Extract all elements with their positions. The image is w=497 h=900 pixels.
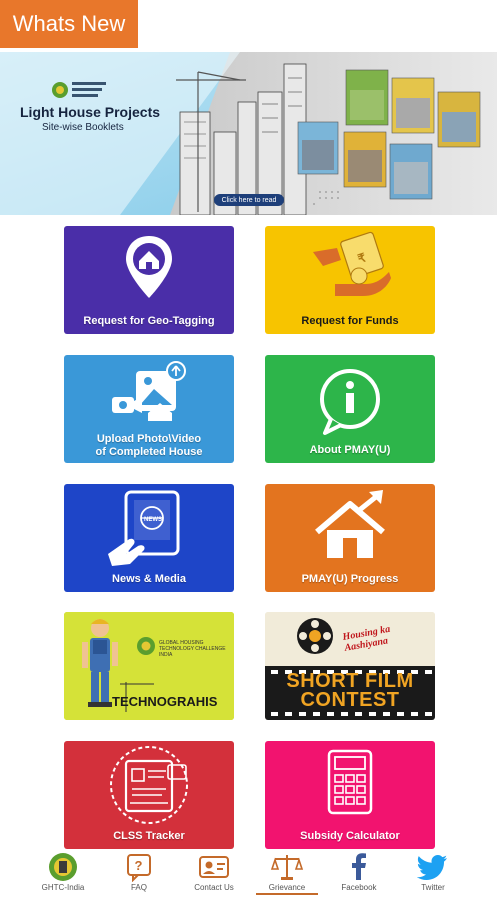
banner-subtitle: Site-wise Booklets [42, 122, 124, 133]
tile-clss-tracker[interactable]: CLSS Tracker [64, 741, 234, 849]
bottom-nav: GHTC-India ? FAQ Contact Us Grievance Fa… [0, 850, 497, 900]
scales-icon [270, 855, 304, 880]
light-house-banner[interactable]: Light House Projects Site-wise Booklets … [0, 52, 497, 215]
facebook-icon [352, 853, 366, 880]
banner-read-button[interactable]: Click here to read [214, 194, 284, 206]
tile-subsidy-calculator[interactable]: Subsidy Calculator [265, 741, 435, 849]
nav-label: GHTC-India [41, 883, 85, 892]
nav-contact-us[interactable]: Contact Us [183, 852, 245, 898]
nav-label: Grievance [256, 883, 318, 895]
tile-label: Subsidy Calculator [300, 830, 400, 842]
nav-faq[interactable]: ? FAQ [108, 852, 170, 898]
tile-technograhis[interactable]: GLOBAL HOUSING TECHNOLOGY CHALLENGE INDI… [64, 612, 234, 720]
whats-new-button[interactable]: Whats New [0, 0, 138, 48]
tile-label: Request for Funds [301, 315, 399, 327]
nav-label: FAQ [130, 883, 147, 892]
tile-label: PMAY(U) Progress [301, 573, 399, 585]
ghtc-logo-icon [49, 853, 77, 881]
technograhis-caption: GLOBAL HOUSING TECHNOLOGY CHALLENGE INDI… [159, 640, 226, 658]
twitter-icon [417, 855, 447, 880]
tile-request-funds[interactable]: ₹ Request for Funds [265, 226, 435, 334]
tile-label: SHORT FILM CONTEST [286, 670, 414, 711]
tile-label: CLSS Tracker [113, 830, 185, 842]
tile-upload-media[interactable]: Upload Photo\Video of Completed House [64, 355, 234, 463]
tile-short-film-contest[interactable]: Housing ka Aashiyana SHORT FILM CONTEST [265, 612, 435, 720]
nav-twitter[interactable]: Twitter [402, 852, 464, 898]
nav-label: Facebook [341, 883, 377, 892]
tile-label: News & Media [112, 573, 186, 585]
tile-news-media[interactable]: NEWS News & Media [64, 484, 234, 592]
contact-card-icon [199, 856, 229, 878]
banner-artwork [0, 52, 497, 215]
nav-grievance[interactable]: Grievance [256, 852, 318, 898]
tile-label: Request for Geo-Tagging [83, 315, 215, 327]
tile-geo-tagging[interactable]: Request for Geo-Tagging [64, 226, 234, 334]
banner-title: Light House Projects [20, 104, 161, 120]
tile-label: About PMAY(U) [309, 444, 391, 456]
tile-label: TECHNOGRAHIS [112, 694, 218, 709]
nav-facebook[interactable]: Facebook [328, 852, 390, 898]
svg-text:NEWS: NEWS [144, 517, 162, 523]
tile-about-pmay[interactable]: About PMAY(U) [265, 355, 435, 463]
tile-pmay-progress[interactable]: PMAY(U) Progress [265, 484, 435, 592]
nav-ghtc-india[interactable]: GHTC-India [32, 852, 94, 898]
tile-label: Upload Photo\Video of Completed House [95, 433, 203, 458]
nav-label: Contact Us [194, 883, 234, 892]
nav-label: Twitter [421, 883, 445, 892]
svg-text:?: ? [135, 858, 143, 873]
faq-icon: ? [127, 854, 151, 882]
